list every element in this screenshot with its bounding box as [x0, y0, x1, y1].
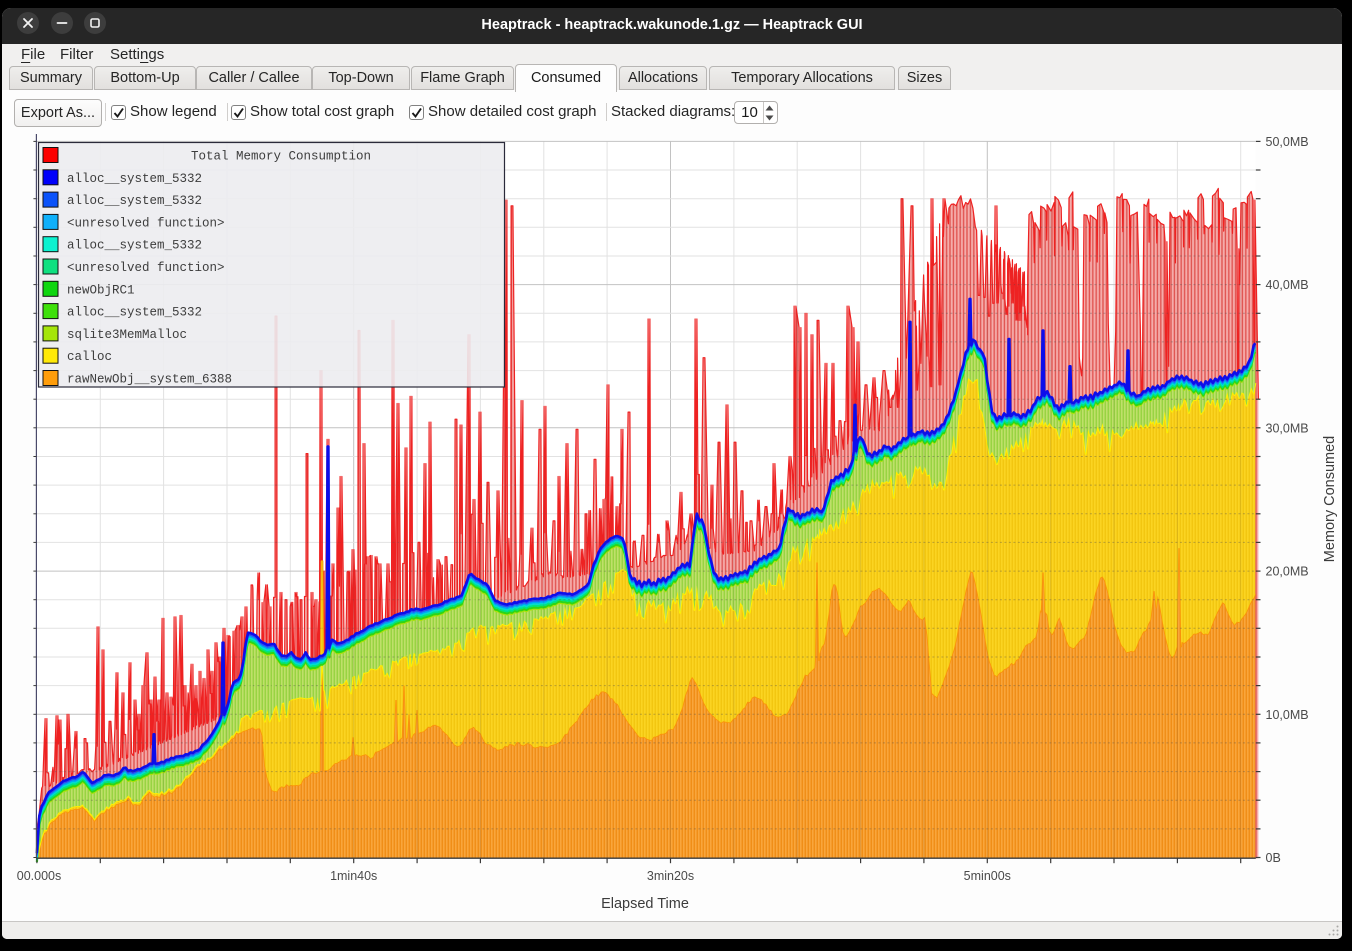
svg-text:rawNewObj__system_6388: rawNewObj__system_6388 — [67, 373, 232, 387]
svg-text:newObjRC1: newObjRC1 — [67, 283, 135, 297]
svg-text:alloc__system_5332: alloc__system_5332 — [67, 306, 202, 320]
svg-text:alloc__system_5332: alloc__system_5332 — [67, 194, 202, 208]
svg-text:10,0MB: 10,0MB — [1266, 708, 1309, 722]
svg-text:00.000s: 00.000s — [17, 869, 61, 883]
svg-text:alloc__system_5332: alloc__system_5332 — [67, 172, 202, 186]
svg-text:30,0MB: 30,0MB — [1266, 421, 1309, 435]
svg-text:40,0MB: 40,0MB — [1266, 278, 1309, 292]
svg-text:<unresolved function>: <unresolved function> — [67, 261, 225, 275]
svg-text:0B: 0B — [1266, 851, 1281, 865]
svg-text:Total Memory Consumption: Total Memory Consumption — [191, 150, 371, 164]
svg-text:3min20s: 3min20s — [647, 869, 694, 883]
svg-text:Memory Consumed: Memory Consumed — [1322, 436, 1338, 563]
svg-text:<unresolved function>: <unresolved function> — [67, 216, 225, 230]
svg-text:sqlite3MemMalloc: sqlite3MemMalloc — [67, 328, 187, 342]
svg-text:1min40s: 1min40s — [330, 869, 377, 883]
svg-text:Elapsed Time: Elapsed Time — [601, 896, 689, 912]
svg-text:calloc: calloc — [67, 350, 112, 364]
svg-text:alloc__system_5332: alloc__system_5332 — [67, 239, 202, 253]
svg-text:50,0MB: 50,0MB — [1266, 135, 1309, 149]
svg-text:20,0MB: 20,0MB — [1266, 565, 1309, 579]
svg-text:5min00s: 5min00s — [964, 869, 1011, 883]
